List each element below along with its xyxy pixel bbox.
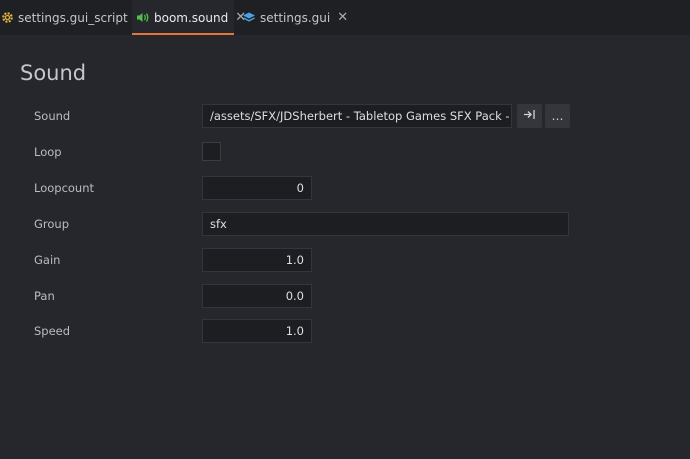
- goto-resource-icon: [523, 109, 536, 123]
- tab-settings-gui[interactable]: settings.gui ✕: [241, 0, 348, 35]
- loopcount-label: Loopcount: [34, 181, 95, 195]
- loop-label: Loop: [34, 145, 62, 159]
- speed-field[interactable]: 1.0: [202, 319, 312, 343]
- speed-label: Speed: [34, 324, 71, 338]
- speaker-icon: [136, 11, 150, 25]
- tab-settings-gui-script[interactable]: settings.gui_script ✕: [0, 0, 146, 35]
- tab-label: settings.gui: [260, 10, 331, 25]
- tab-label: boom.sound: [154, 10, 229, 25]
- properties-panel: Sound Sound /assets/SFX/JDSherbert - Tab…: [0, 35, 690, 459]
- gain-field[interactable]: 1.0: [202, 248, 312, 272]
- group-field[interactable]: sfx: [202, 212, 569, 236]
- close-icon[interactable]: ✕: [337, 10, 348, 25]
- gain-label: Gain: [34, 253, 61, 267]
- browse-button[interactable]: …: [545, 104, 570, 128]
- loop-checkbox[interactable]: [202, 142, 221, 161]
- tab-bar: settings.gui_script ✕ boom.sound ✕ setti…: [0, 0, 690, 35]
- sound-path-field[interactable]: /assets/SFX/JDSherbert - Tabletop Games …: [202, 104, 512, 128]
- sound-label: Sound: [34, 109, 71, 123]
- loopcount-field[interactable]: 0: [202, 176, 312, 200]
- page-title: Sound: [20, 61, 87, 85]
- gear-icon: [1, 11, 14, 25]
- layers-icon: [242, 11, 256, 25]
- pan-label: Pan: [34, 289, 55, 303]
- pan-field[interactable]: 0.0: [202, 284, 312, 308]
- goto-resource-button[interactable]: [517, 104, 542, 128]
- tab-boom-sound[interactable]: boom.sound ✕: [132, 0, 246, 35]
- group-label: Group: [34, 217, 70, 231]
- tab-label: settings.gui_script: [18, 10, 128, 25]
